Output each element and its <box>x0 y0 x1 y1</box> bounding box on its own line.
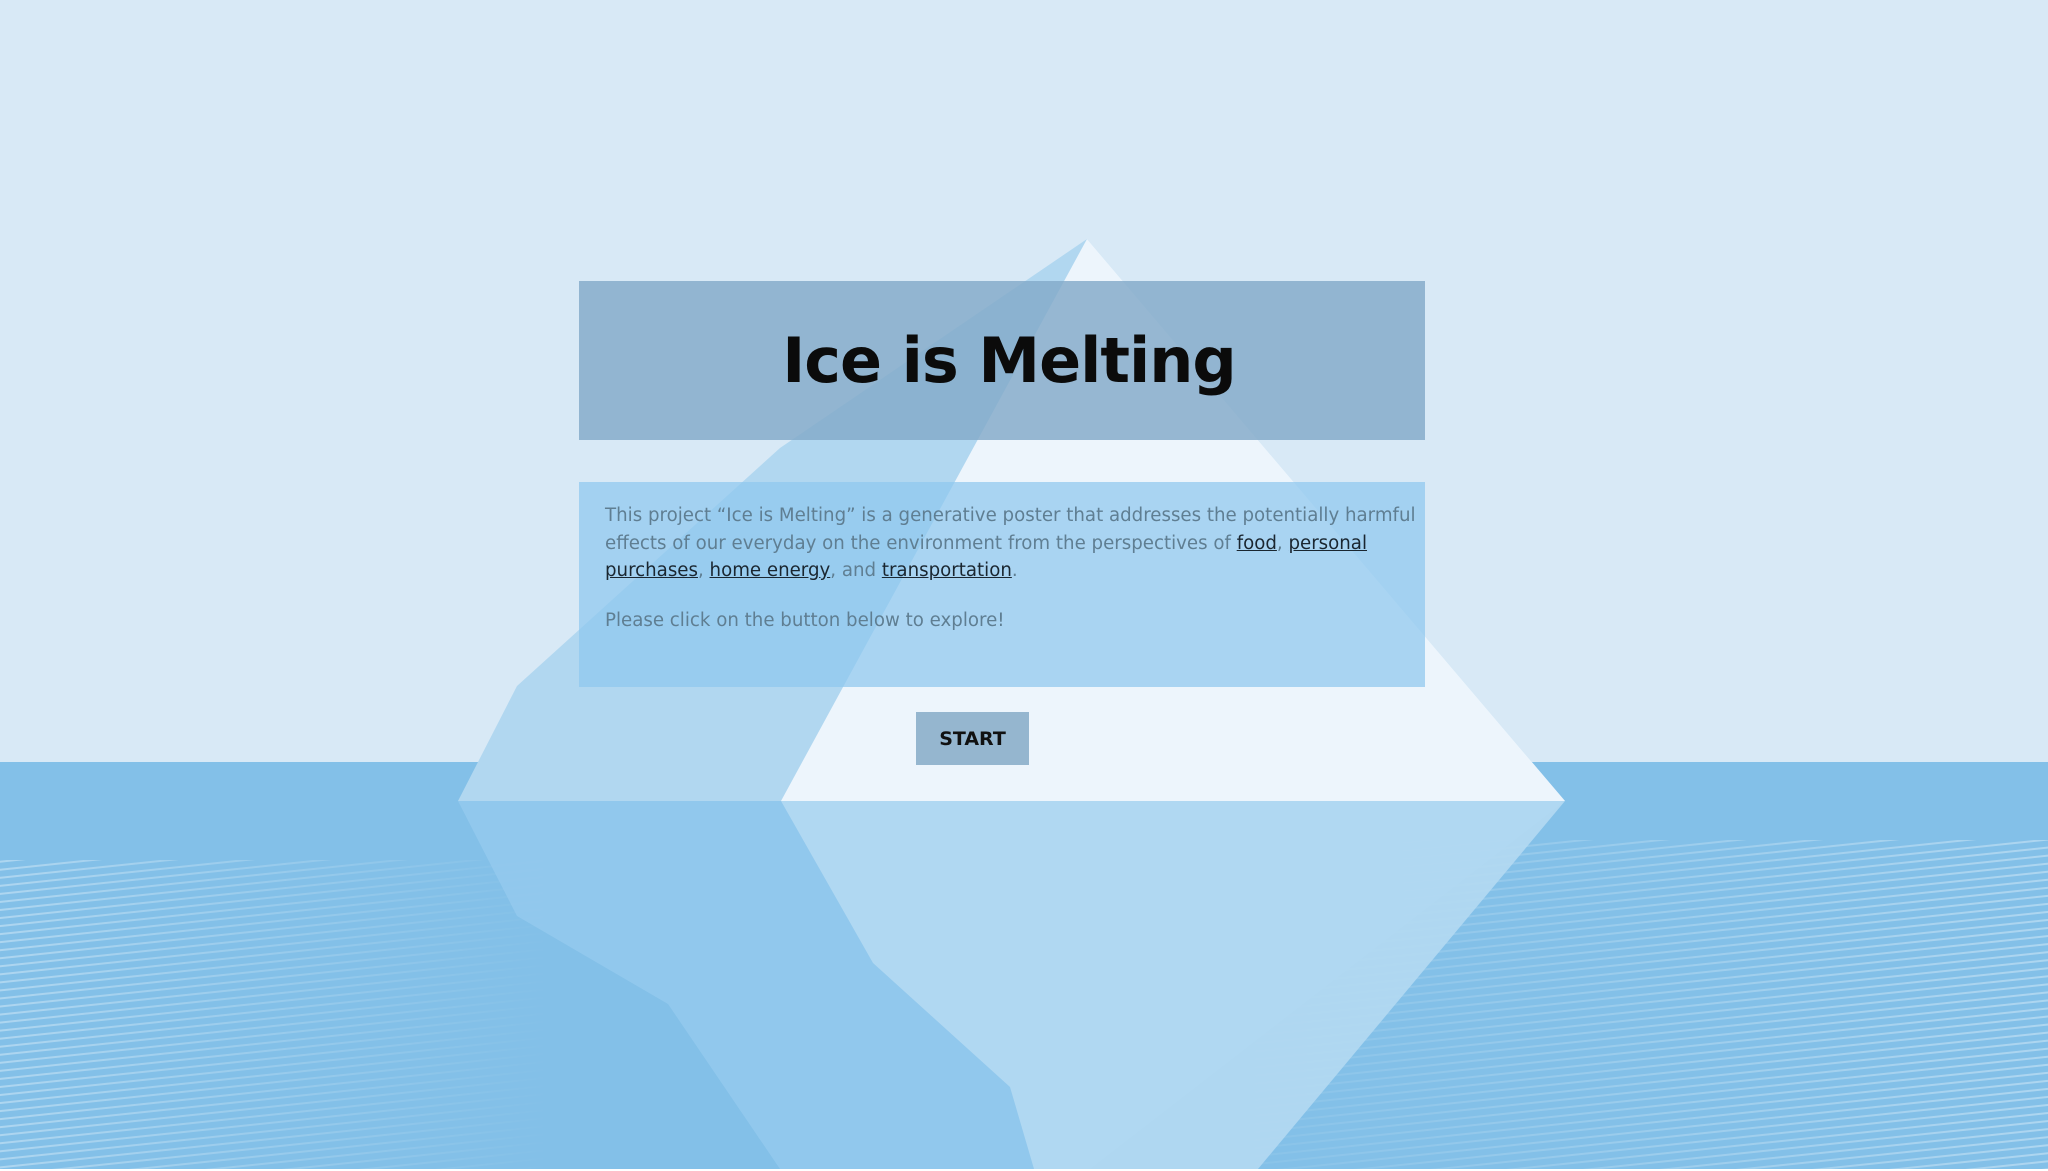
link-transportation[interactable]: transportation <box>882 560 1012 581</box>
page-title: Ice is Melting <box>782 323 1237 397</box>
title-panel: Ice is Melting <box>579 281 1425 440</box>
poster-scene: Ice is Melting This project “Ice is Melt… <box>0 0 2048 1171</box>
separator: , <box>1276 532 1289 554</box>
description-panel: This project “Ice is Melting” is a gener… <box>579 482 1425 687</box>
explore-prompt: Please click on the button below to expl… <box>605 609 1005 631</box>
separator: , <box>697 560 710 581</box>
water-shimmer-left <box>0 860 560 1170</box>
sentence-end: . <box>1011 560 1018 581</box>
link-home-energy[interactable]: home energy <box>710 560 831 581</box>
start-button[interactable]: START <box>916 712 1029 765</box>
description-text: This project “Ice is Melting” is a gener… <box>605 502 1427 585</box>
separator: , and <box>830 560 882 581</box>
link-food[interactable]: food <box>1237 533 1277 554</box>
